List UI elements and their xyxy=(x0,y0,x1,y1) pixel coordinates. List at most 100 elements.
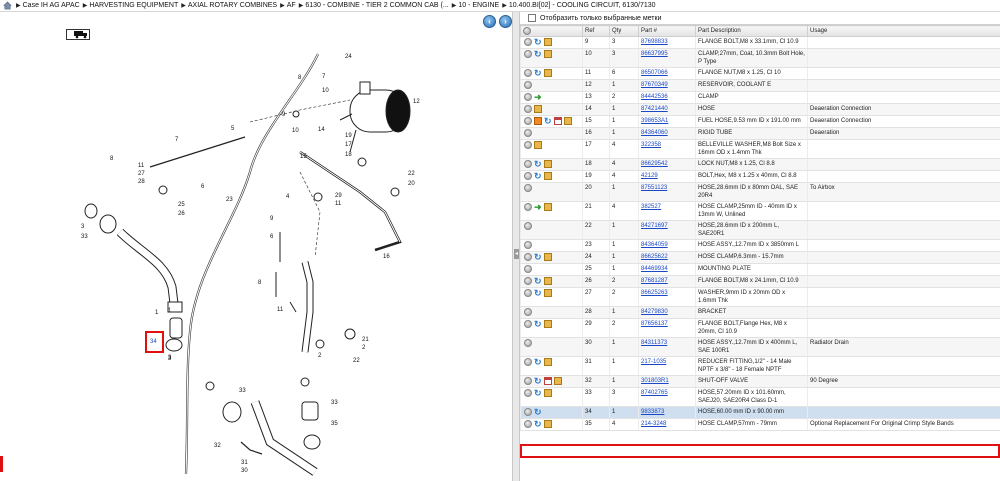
diagram-callout-6[interactable]: 6 xyxy=(201,184,205,190)
diagram-callout-31[interactable]: 31 xyxy=(241,460,248,466)
diagram-callout-19[interactable]: 19 xyxy=(345,133,352,139)
diagram-callout-11[interactable]: 11 xyxy=(138,163,145,169)
breadcrumb-item[interactable]: ▶ AXIAL ROTARY COMBINES xyxy=(181,2,277,9)
row-part-number-cell[interactable]: 9833873 xyxy=(638,406,696,419)
replace-arrow-icon[interactable]: ↻ xyxy=(534,289,542,298)
info-circle-icon[interactable] xyxy=(524,358,532,366)
row-part-number-cell[interactable]: 87551123 xyxy=(638,182,696,202)
breadcrumb-item[interactable]: ▶ 6130 - COMBINE - TIER 2 COMMON CAB (... xyxy=(299,2,449,9)
row-part-number[interactable]: 87551123 xyxy=(641,185,667,191)
info-circle-icon[interactable] xyxy=(524,289,532,297)
table-row[interactable]: 16 1 84364060 RIGID TUBE Deaeration xyxy=(520,127,1000,140)
diagram-callout-3[interactable]: 3 xyxy=(81,224,85,230)
row-part-number[interactable]: 87670349 xyxy=(641,82,668,88)
table-row[interactable]: ↻ 11 6 86507066 FLANGE NUT,M8 x 1.25, Cl 10 xyxy=(520,67,1000,80)
row-part-number-cell[interactable]: 42129 xyxy=(638,170,696,183)
row-part-number[interactable]: 322358 xyxy=(641,142,661,148)
home-icon[interactable] xyxy=(3,1,12,10)
diagram-callout-25[interactable]: 25 xyxy=(178,202,185,208)
replace-arrow-icon[interactable]: ↻ xyxy=(534,377,542,386)
table-row[interactable]: ↻ 33 3 87402765 HOSE,57.20mm ID x 101.60mm, … xyxy=(520,387,1000,407)
replace-arrow-icon[interactable]: ↻ xyxy=(534,320,542,329)
table-row[interactable]: 30 1 84311373 HOSE ASSY.,12.7mm ID x 400mm … xyxy=(520,337,1000,357)
diagram-callout-5[interactable]: 5 xyxy=(231,126,235,132)
package-icon[interactable] xyxy=(544,172,552,180)
row-part-number-cell[interactable]: 86625622 xyxy=(638,251,696,264)
table-row[interactable]: 22 1 84271697 HOSE,28.6mm ID x 200mm L, SAE… xyxy=(520,220,1000,240)
table-row[interactable]: 23 1 84364059 HOSE ASSY.,12.7mm ID x 3850mm… xyxy=(520,239,1000,252)
info-circle-icon[interactable] xyxy=(524,38,532,46)
row-part-number-cell[interactable]: 84442536 xyxy=(638,91,696,104)
diagram-callout-7[interactable]: 7 xyxy=(175,137,179,143)
package-icon[interactable] xyxy=(544,38,552,46)
diagram-callout-3[interactable]: 3 xyxy=(168,356,172,362)
row-part-number[interactable]: 42129 xyxy=(641,173,658,179)
diagram-callout-24[interactable]: 24 xyxy=(345,54,352,60)
table-row[interactable]: 12 1 87670349 RESERVOIR, COOLANT E xyxy=(520,79,1000,92)
info-circle-icon[interactable] xyxy=(524,320,532,328)
row-part-number[interactable]: 84442536 xyxy=(641,94,668,100)
row-part-number[interactable]: 86507066 xyxy=(641,70,668,76)
table-row[interactable]: ↻ 9 3 87698833 FLANGE BOLT,M8 x 33.1mm, Cl 1… xyxy=(520,36,1000,49)
breadcrumb-item[interactable]: ▶ 10 - ENGINE xyxy=(452,2,499,9)
diagram-callout-26[interactable]: 26 xyxy=(178,211,185,217)
table-row[interactable]: 14 1 87421440 HOSE Deaeration Connection xyxy=(520,103,1000,116)
info-circle-icon[interactable] xyxy=(524,241,532,249)
table-row[interactable]: ↻ 15 1 398653A1 FUEL HOSE,9.53 mm ID x 191.0… xyxy=(520,115,1000,128)
replace-arrow-icon[interactable]: ↻ xyxy=(534,172,542,181)
row-part-number-cell[interactable]: 382527 xyxy=(638,201,696,221)
table-row[interactable]: ↻ 24 1 86625622 HOSE CLAMP,6.3mm - 15.7mm xyxy=(520,251,1000,264)
table-row[interactable]: ↻ 26 2 87681287 FLANGE BOLT,M8 x 24.1mm, Cl … xyxy=(520,275,1000,288)
diagram-callout-8[interactable]: 8 xyxy=(110,156,114,162)
info-circle-icon[interactable] xyxy=(524,265,532,273)
warning-icon[interactable] xyxy=(534,117,542,125)
diagram-callout-27[interactable]: 27 xyxy=(138,171,145,177)
info-circle-icon[interactable] xyxy=(524,222,532,230)
go-arrow-icon[interactable]: ➜ xyxy=(534,93,542,102)
table-row[interactable]: ↻ 19 4 42129 BOLT,Hex, M8 x 1.25 x 40mm, Cl … xyxy=(520,170,1000,183)
info-circle-icon[interactable] xyxy=(524,203,532,211)
table-row[interactable]: ➜ 21 4 382527 HOSE CLAMP,25mm ID - 40mm ID x… xyxy=(520,201,1000,221)
column-header-icons[interactable] xyxy=(520,25,583,37)
diagram-callout-9[interactable]: 9 xyxy=(270,216,274,222)
package-icon[interactable] xyxy=(544,160,552,168)
diagram-callout-6[interactable]: 6 xyxy=(270,234,274,240)
column-header-qty[interactable]: Qty xyxy=(609,25,639,37)
row-part-number-cell[interactable]: 87698833 xyxy=(638,36,696,49)
info-circle-icon[interactable] xyxy=(524,184,532,192)
row-part-number-cell[interactable]: 87656137 xyxy=(638,318,696,338)
info-circle-icon[interactable] xyxy=(524,50,532,58)
row-part-number[interactable]: 84271697 xyxy=(641,223,668,229)
info-circle-icon[interactable] xyxy=(524,160,532,168)
row-part-number[interactable]: 382527 xyxy=(641,204,661,210)
row-part-number[interactable]: 86629542 xyxy=(641,161,668,167)
package-icon[interactable] xyxy=(544,358,552,366)
show-selected-checkbox[interactable] xyxy=(528,14,536,22)
row-part-number-cell[interactable]: 84364060 xyxy=(638,127,696,140)
breadcrumb-item[interactable]: ▶ AF xyxy=(280,2,296,9)
column-header-usage[interactable]: Usage xyxy=(807,25,1000,37)
row-part-number[interactable]: 86625622 xyxy=(641,254,668,260)
diagram-callout-8[interactable]: 8 xyxy=(298,75,302,81)
row-part-number-cell[interactable]: 84271697 xyxy=(638,220,696,240)
diagram-callout-22[interactable]: 22 xyxy=(353,358,360,364)
diagram-callout-16[interactable]: 16 xyxy=(383,254,390,260)
row-part-number-cell[interactable]: 87402765 xyxy=(638,387,696,407)
diagram-callout-33[interactable]: 33 xyxy=(239,388,246,394)
diagram-callout-11[interactable]: 11 xyxy=(335,201,342,207)
info-circle-icon[interactable] xyxy=(524,141,532,149)
row-part-number[interactable]: 84469934 xyxy=(641,266,668,272)
row-part-number[interactable]: 217-1035 xyxy=(641,359,666,365)
diagram-callout-10[interactable]: 10 xyxy=(292,128,299,134)
diagram-callout-11[interactable]: 11 xyxy=(277,307,284,313)
row-part-number[interactable]: 84364060 xyxy=(641,130,668,136)
package-icon[interactable] xyxy=(544,253,552,261)
diagram-callout-10[interactable]: 10 xyxy=(322,88,329,94)
info-circle-icon[interactable] xyxy=(524,105,532,113)
package-icon[interactable] xyxy=(544,50,552,58)
info-circle-icon[interactable] xyxy=(524,69,532,77)
row-part-number[interactable]: 84279830 xyxy=(641,309,668,315)
settings-icon[interactable] xyxy=(523,27,531,35)
row-part-number[interactable]: 398653A1 xyxy=(641,118,668,124)
diagram-callout-35[interactable]: 35 xyxy=(331,421,338,427)
